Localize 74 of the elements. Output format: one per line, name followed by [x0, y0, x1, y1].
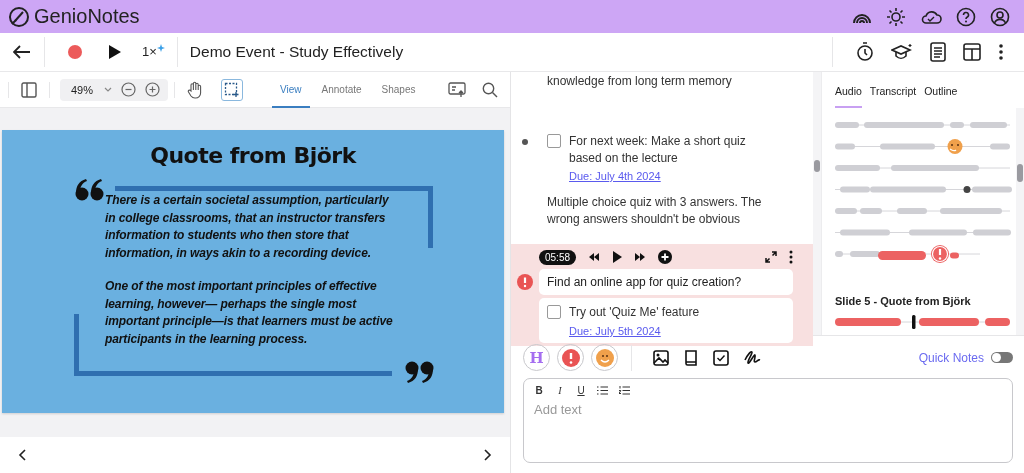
- zoom-control[interactable]: 49%: [60, 78, 169, 101]
- due-date-link[interactable]: Due: July 4th 2024: [569, 170, 759, 182]
- task-checkbox[interactable]: [547, 305, 561, 319]
- format-button[interactable]: U: [576, 385, 586, 396]
- rewind-icon[interactable]: [588, 252, 601, 262]
- image-icon[interactable]: [653, 349, 669, 366]
- open-quote-icon: [75, 179, 105, 201]
- format-button[interactable]: I: [555, 385, 565, 396]
- sparkle-icon: [156, 44, 165, 52]
- event-title: Demo Event - Study Effectively: [189, 43, 404, 61]
- arrow-left-icon[interactable]: [13, 45, 31, 59]
- alert-icon: [517, 274, 533, 290]
- chevron-right-icon[interactable]: [484, 449, 492, 461]
- document-icon[interactable]: [930, 42, 946, 62]
- slide-upload-icon[interactable]: [448, 81, 466, 98]
- view-tab[interactable]: Annotate: [313, 71, 370, 108]
- more-icon[interactable]: [998, 43, 1004, 61]
- quick-notes-toggle[interactable]: [991, 352, 1013, 363]
- select-tool-button[interactable]: [221, 78, 244, 101]
- speed-button[interactable]: 1×: [142, 42, 165, 62]
- text-field[interactable]: Add text: [534, 402, 1002, 417]
- numbered-list-icon[interactable]: [619, 386, 630, 395]
- task-checkbox[interactable]: [547, 134, 561, 148]
- book-icon[interactable]: [684, 349, 698, 366]
- sun-icon[interactable]: [886, 6, 906, 27]
- more-icon[interactable]: [789, 250, 793, 264]
- section-title: Slide 5 - Quote from Björk: [835, 295, 972, 307]
- expand-icon[interactable]: [765, 251, 777, 263]
- stopwatch-icon[interactable]: [856, 42, 874, 62]
- bullet-list-icon[interactable]: [597, 386, 608, 395]
- bullet-dot: [522, 139, 528, 145]
- scrollbar-thumb[interactable]: [1017, 164, 1023, 182]
- marker-dot: [963, 186, 971, 193]
- sidebar-toggle-icon[interactable]: [21, 81, 37, 98]
- playhead[interactable]: [912, 315, 916, 329]
- slide-title: Quote from Björk: [149, 143, 358, 168]
- checkbox-icon[interactable]: [713, 349, 729, 366]
- play-icon[interactable]: [108, 44, 122, 60]
- scribble-icon[interactable]: [744, 349, 762, 366]
- note-text: knowledge from long term memory: [547, 73, 733, 90]
- caret-icon[interactable]: [104, 87, 113, 92]
- cloud-icon[interactable]: [920, 8, 942, 25]
- format-button[interactable]: B: [534, 385, 544, 396]
- zoom-out-icon[interactable]: [121, 82, 137, 97]
- play-icon[interactable]: [612, 251, 623, 263]
- question-text: Find an online app for quiz creation?: [547, 275, 742, 289]
- fast-forward-icon[interactable]: [634, 252, 647, 262]
- quote-paragraph: One of the most important principles of effective learning, however— perhaps the single most important principle—is that learners must be active participants in the learning process.: [105, 278, 394, 348]
- view-tab[interactable]: Shapes: [373, 71, 424, 108]
- task-text: For next week: Make a short quiz based on the lecture: [569, 133, 747, 167]
- hand-icon[interactable]: [187, 80, 204, 99]
- panel-tab[interactable]: Transcript: [869, 81, 917, 108]
- alert-icon: [931, 245, 949, 263]
- app-logo: GenioNotes: [34, 5, 140, 28]
- panel-tab[interactable]: Outline: [924, 81, 958, 108]
- close-quote-icon: [404, 361, 434, 383]
- scrollbar-thumb[interactable]: [814, 160, 820, 172]
- quick-notes-label: Quick Notes: [918, 350, 984, 365]
- timestamp-badge: 05:58: [539, 249, 577, 265]
- note-text: Multiple choice quiz with 3 answers. The wrong answers shouldn't be obvious: [547, 194, 763, 228]
- zoom-level: 49%: [71, 83, 94, 96]
- search-icon[interactable]: [482, 81, 498, 98]
- zoom-in-icon[interactable]: [145, 82, 161, 97]
- sticker-icon: [947, 139, 963, 154]
- due-date-link[interactable]: Due: July 5th 2024: [569, 325, 759, 337]
- task-text: Try out 'Quiz Me' feature: [569, 304, 701, 321]
- layout-icon[interactable]: [963, 43, 981, 61]
- graduation-cap-icon[interactable]: [891, 43, 913, 61]
- quote-paragraph: There is a certain societal assumption, particularly in college classrooms, that an instructor transfers information to students who then store that information, in ways akin to a recording device.: [105, 192, 390, 262]
- logo-icon: [8, 5, 30, 28]
- user-icon[interactable]: [990, 6, 1010, 27]
- add-icon[interactable]: [658, 250, 673, 264]
- help-icon[interactable]: [956, 6, 976, 27]
- chevron-left-icon[interactable]: [18, 449, 26, 461]
